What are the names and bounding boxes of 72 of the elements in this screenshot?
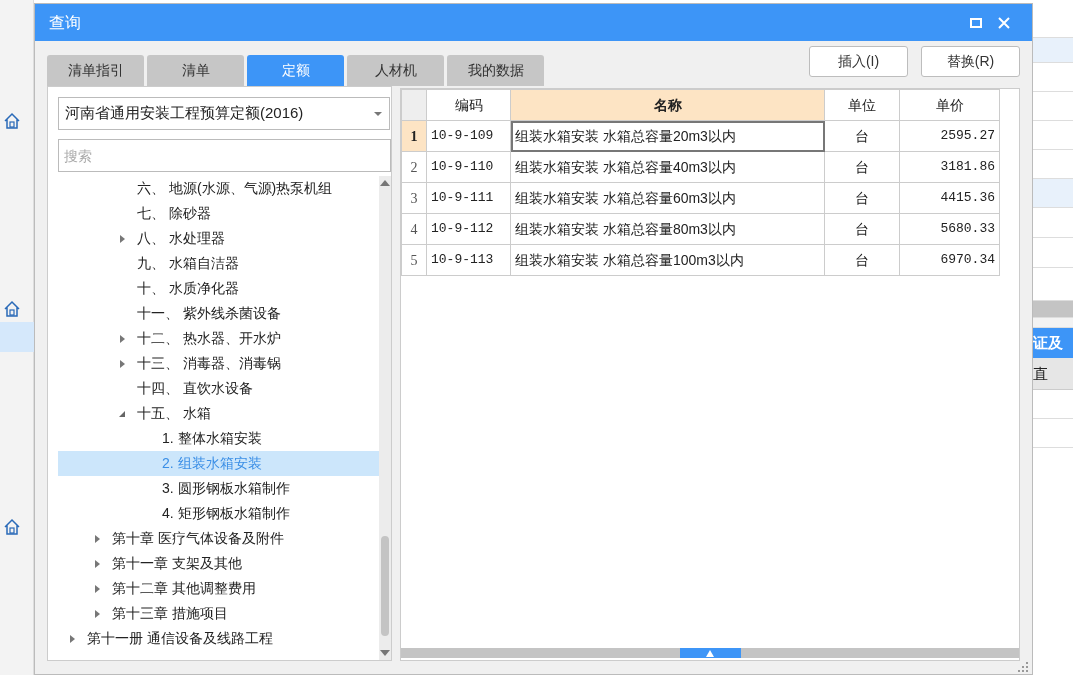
- table-cell: 4415.36: [899, 182, 1000, 214]
- selected-row: [0, 322, 34, 352]
- tree-item[interactable]: 十、 水质净化器: [58, 276, 379, 301]
- tree-item[interactable]: 十二、 热水器、开水炉: [58, 326, 379, 351]
- tree-item[interactable]: 第十一册 通信设备及线路工程: [58, 626, 379, 651]
- close-icon: [998, 16, 1010, 29]
- table-cell: 台: [824, 151, 900, 183]
- table-cell: 5680.33: [899, 213, 1000, 245]
- table-cell: 组装水箱安装 水箱总容量20m3以内: [510, 120, 825, 152]
- tree-item[interactable]: 第十二章 其他调整费用: [58, 576, 379, 601]
- table-cell: 10-9-111: [426, 182, 511, 214]
- tab[interactable]: 清单指引: [47, 55, 144, 86]
- tab[interactable]: 清单: [147, 55, 244, 86]
- tree-item[interactable]: 十三、 消毒器、消毒锅: [58, 351, 379, 376]
- insert-button[interactable]: 插入(I): [809, 46, 908, 77]
- table-cell: 台: [824, 120, 900, 152]
- panel-header: 证及: [1033, 328, 1073, 358]
- tree-item[interactable]: 九、 水箱自洁器: [58, 251, 379, 276]
- table-cell: 直: [1033, 358, 1073, 390]
- table-cell: 台: [824, 213, 900, 245]
- tree-item[interactable]: 4. 矩形钢板水箱制作: [58, 501, 379, 526]
- tree-item[interactable]: 十四、 直饮水设备: [58, 376, 379, 401]
- triangle-icon: [706, 649, 714, 657]
- table-cell: 2595.27: [899, 120, 1000, 152]
- window-title: 查询: [49, 12, 82, 33]
- table-cell: 组装水箱安装 水箱总容量80m3以内: [510, 213, 825, 245]
- scroll-down-icon[interactable]: [380, 649, 390, 657]
- tree-item[interactable]: 十一、 紫外线杀菌设备: [58, 301, 379, 326]
- tree-item[interactable]: 十五、 水箱: [58, 401, 379, 426]
- scrollbar[interactable]: [379, 176, 391, 660]
- caret-icon: [373, 110, 383, 117]
- scroll-up-icon[interactable]: [380, 179, 390, 187]
- table-cell: 10-9-110: [426, 151, 511, 183]
- library-dropdown[interactable]: 河南省通用安装工程预算定额(2016): [58, 97, 390, 130]
- column-header[interactable]: 单价: [899, 89, 1000, 121]
- column-header[interactable]: 单位: [824, 89, 900, 121]
- tab[interactable]: 我的数据: [447, 55, 544, 86]
- column-header[interactable]: 名称: [510, 89, 825, 121]
- row-number: 4: [401, 213, 427, 245]
- resize-grip-icon[interactable]: [1017, 661, 1029, 673]
- row-number: 2: [401, 151, 427, 183]
- tab[interactable]: 人材机: [347, 55, 444, 86]
- tree-item[interactable]: 七、 除砂器: [58, 201, 379, 226]
- scroll-thumb[interactable]: [381, 536, 389, 636]
- table-cell: 3181.86: [899, 151, 1000, 183]
- table-cell: 6970.34: [899, 244, 1000, 276]
- table-cell: 台: [824, 244, 900, 276]
- table-cell: 组装水箱安装 水箱总容量40m3以内: [510, 151, 825, 183]
- tree-item[interactable]: 第十三章 措施项目: [58, 601, 379, 626]
- tree-item[interactable]: 第十章 医疗气体设备及附件: [58, 526, 379, 551]
- search-field[interactable]: 搜索: [58, 139, 391, 172]
- table-cell: 10-9-109: [426, 120, 511, 152]
- table-cell: 10-9-113: [426, 244, 511, 276]
- maximize-icon: [970, 17, 982, 28]
- home-icon[interactable]: [3, 112, 21, 130]
- table-cell: 组装水箱安装 水箱总容量100m3以内: [510, 244, 825, 276]
- tree-item[interactable]: 六、 地源(水源、气源)热泵机组: [58, 176, 379, 201]
- table-cell: 台: [824, 182, 900, 214]
- table-cell: 组装水箱安装 水箱总容量60m3以内: [510, 182, 825, 214]
- replace-button[interactable]: 替换(R): [921, 46, 1020, 77]
- tree-item[interactable]: 1. 整体水箱安装: [58, 426, 379, 451]
- tree-item[interactable]: 第十一章 支架及其他: [58, 551, 379, 576]
- tree-item[interactable]: 八、 水处理器: [58, 226, 379, 251]
- row-number: 3: [401, 182, 427, 214]
- column-header[interactable]: 编码: [426, 89, 511, 121]
- home-icon[interactable]: [3, 300, 21, 318]
- row-number: 5: [401, 244, 427, 276]
- tree-item[interactable]: 3. 圆形钢板水箱制作: [58, 476, 379, 501]
- collapse-toggle[interactable]: [679, 648, 741, 658]
- row-number: 1: [401, 120, 427, 152]
- home-icon[interactable]: [3, 518, 21, 536]
- table-cell: 10-9-112: [426, 213, 511, 245]
